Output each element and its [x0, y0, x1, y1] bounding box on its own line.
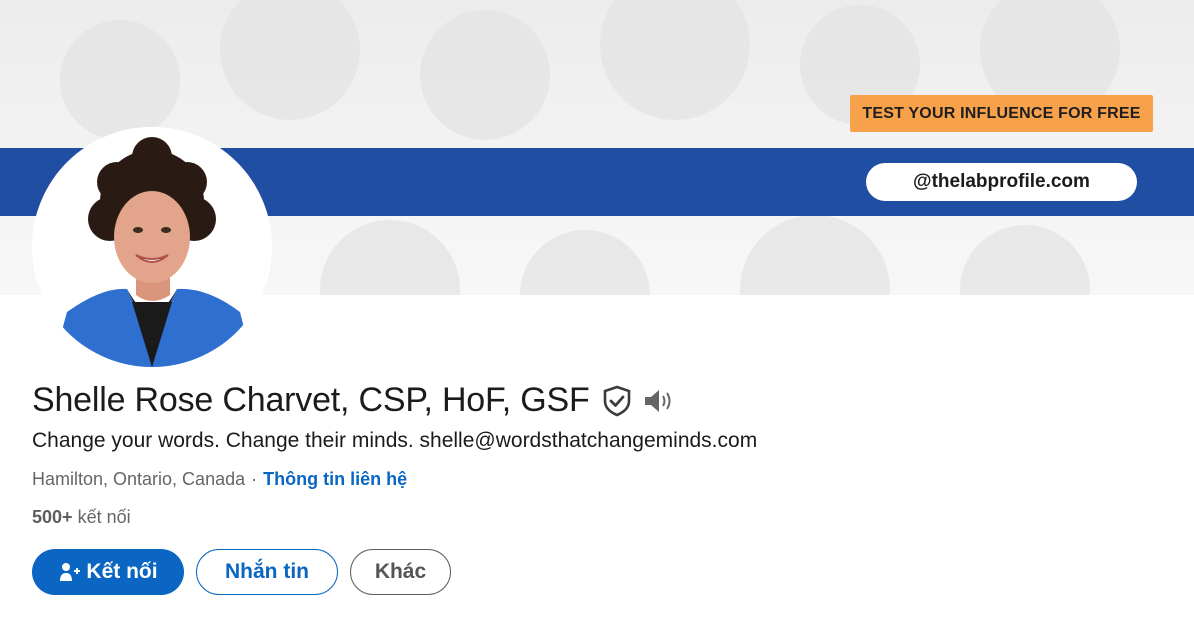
profile-headline: Change your words. Change their minds. s… [32, 429, 758, 452]
banner-cta-text: TEST YOUR INFLUENCE FOR FREE [850, 95, 1153, 132]
more-button-label: Khác [374, 560, 427, 583]
location-row: Hamilton, Ontario, Canada · Thông tin liên… [32, 469, 407, 490]
contact-info-link[interactable]: Thông tin liên hệ [263, 469, 407, 489]
profile-name: Shelle Rose Charvet, CSP, HoF, GSF [32, 381, 590, 419]
profile-location: Hamilton, Ontario, Canada [32, 469, 246, 489]
connections-count: 500+ [32, 507, 73, 527]
profile-avatar[interactable] [32, 127, 272, 367]
add-person-icon [58, 561, 81, 583]
message-button-label: Nhắn tin [225, 560, 309, 583]
avatar-photo [32, 127, 272, 367]
banner-handle: @thelabprofile.com [866, 163, 1137, 201]
separator-dot: · [251, 469, 258, 489]
connections-row: 500+ kết nối [32, 507, 131, 528]
connect-button-label: Kết nối [86, 560, 158, 583]
profile-name-row: Shelle Rose Charvet, CSP, HoF, GSF [32, 381, 676, 420]
message-button[interactable]: Nhắn tin [196, 549, 338, 595]
speaker-icon[interactable] [642, 386, 676, 416]
more-button[interactable]: Khác [350, 549, 451, 595]
verified-shield-icon[interactable] [602, 385, 632, 417]
connect-button[interactable]: Kết nối [32, 549, 184, 595]
connections-label: kết nối [77, 507, 131, 527]
